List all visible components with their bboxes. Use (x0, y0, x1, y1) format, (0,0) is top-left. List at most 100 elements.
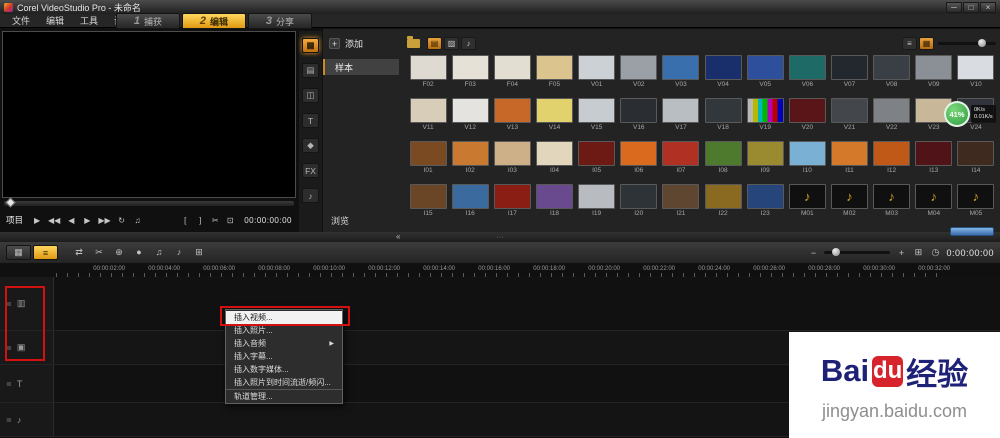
library-item-thumbnail[interactable] (578, 55, 615, 80)
library-category-icon[interactable]: ▦ (302, 38, 319, 53)
context-menu-item[interactable]: 插入音频 ▶ (226, 337, 342, 350)
library-item-thumbnail[interactable] (662, 55, 699, 80)
view-mode-button[interactable]: ▦ (919, 37, 934, 50)
library-item[interactable]: V12 (449, 98, 491, 141)
library-item-thumbnail[interactable] (789, 55, 826, 80)
timeline-view-button[interactable]: ≡ (33, 245, 58, 260)
library-item[interactable]: F04 (491, 55, 533, 98)
library-item[interactable]: I23 (744, 184, 786, 227)
thumbnail-size-slider[interactable] (938, 42, 996, 45)
library-category-icon[interactable]: ▤ (302, 63, 319, 78)
utility-button[interactable]: ✂ (210, 216, 220, 225)
zoom-slider-knob-icon[interactable] (832, 248, 840, 256)
library-item[interactable]: V06 (786, 55, 828, 98)
library-item[interactable]: V09 (913, 55, 955, 98)
library-item-thumbnail[interactable] (452, 55, 489, 80)
library-item-thumbnail[interactable] (410, 98, 447, 123)
library-item[interactable]: V04 (702, 55, 744, 98)
utility-button[interactable]: ] (195, 216, 205, 225)
library-item-thumbnail[interactable] (578, 98, 615, 123)
utility-button[interactable]: ⊡ (225, 216, 235, 225)
library-item-thumbnail[interactable] (957, 184, 994, 209)
library-item-thumbnail[interactable] (915, 184, 952, 209)
library-item-thumbnail[interactable] (747, 98, 784, 123)
library-item[interactable]: V02 (618, 55, 660, 98)
library-item[interactable]: I20 (618, 184, 660, 227)
library-item[interactable]: V07 (828, 55, 870, 98)
track-type-icon[interactable]: ▣ (17, 342, 26, 353)
track-type-icon[interactable]: T (17, 379, 23, 389)
context-menu-item[interactable]: 插入照片... ▶ (226, 324, 342, 337)
track-grip-icon[interactable]: ≣ (6, 300, 12, 308)
library-item-thumbnail[interactable] (578, 184, 615, 209)
library-item-thumbnail[interactable] (873, 184, 910, 209)
library-item[interactable]: I09 (744, 141, 786, 184)
view-mode-button[interactable]: ≡ (902, 37, 917, 50)
library-item-thumbnail[interactable] (662, 184, 699, 209)
timeline-tool-icon[interactable]: ● (133, 247, 145, 258)
track-lane[interactable] (54, 277, 1000, 330)
library-item[interactable]: M01 (786, 184, 828, 227)
browse-button[interactable]: 浏览 (331, 214, 349, 227)
library-item-thumbnail[interactable] (705, 55, 742, 80)
context-menu-item[interactable]: 轨道管理... ▶ (226, 389, 342, 402)
step-tab[interactable]: 1 捕获 (116, 13, 180, 29)
transport-button[interactable]: ◀ (66, 216, 76, 225)
panel-splitter[interactable]: « ··· (0, 232, 1000, 242)
library-item[interactable]: V13 (491, 98, 533, 141)
library-category-icon[interactable]: ◫ (302, 88, 319, 103)
library-item-thumbnail[interactable] (536, 55, 573, 80)
library-category-icon[interactable]: ◆ (302, 138, 319, 153)
scroll-left-icon[interactable]: « (396, 232, 400, 241)
library-item[interactable]: M05 (955, 184, 997, 227)
library-item[interactable]: I04 (533, 141, 575, 184)
library-item-thumbnail[interactable] (494, 55, 531, 80)
timeline-ruler[interactable]: 00:00:02:0000:00:04:0000:00:06:0000:00:0… (56, 266, 944, 277)
library-item-thumbnail[interactable] (831, 184, 868, 209)
library-item[interactable]: V14 (533, 98, 575, 141)
library-item[interactable]: V22 (871, 98, 913, 141)
zoom-out-icon[interactable]: − (807, 248, 819, 258)
library-item[interactable]: I02 (449, 141, 491, 184)
library-item[interactable]: I08 (702, 141, 744, 184)
library-category-icon[interactable]: ♪ (302, 188, 319, 203)
library-item-thumbnail[interactable] (494, 141, 531, 166)
library-item-thumbnail[interactable] (873, 98, 910, 123)
library-item[interactable]: M04 (913, 184, 955, 227)
library-item[interactable]: I17 (491, 184, 533, 227)
timeline-tool-icon[interactable]: ⊕ (113, 247, 125, 258)
library-item-thumbnail[interactable] (789, 141, 826, 166)
transport-button[interactable]: ♫ (133, 216, 143, 225)
library-item-thumbnail[interactable] (747, 184, 784, 209)
library-item[interactable]: I11 (828, 141, 870, 184)
library-item-thumbnail[interactable] (452, 184, 489, 209)
media-filter-button[interactable]: ♪ (461, 37, 476, 50)
track-type-icon[interactable]: ▥ (17, 298, 26, 309)
library-category-icon[interactable]: FX (302, 163, 319, 178)
library-item[interactable]: I10 (786, 141, 828, 184)
library-item-thumbnail[interactable] (662, 141, 699, 166)
timeline-tool-icon[interactable]: ✂ (93, 247, 105, 258)
library-item[interactable]: V01 (576, 55, 618, 98)
window-control-button[interactable]: ─ (946, 2, 962, 13)
library-item-thumbnail[interactable] (705, 98, 742, 123)
library-item-thumbnail[interactable] (747, 55, 784, 80)
library-item-thumbnail[interactable] (789, 98, 826, 123)
track-header[interactable]: ≣ ▣ (0, 331, 54, 364)
library-item[interactable]: V08 (871, 55, 913, 98)
track-grip-icon[interactable]: ≣ (6, 344, 12, 352)
timeline-zoom-slider[interactable] (824, 251, 890, 254)
library-item-thumbnail[interactable] (705, 141, 742, 166)
library-item[interactable]: I07 (660, 141, 702, 184)
menu-item[interactable]: 编辑 (38, 14, 72, 27)
library-item[interactable]: I01 (407, 141, 449, 184)
step-tab[interactable]: 2 编辑 (182, 13, 246, 29)
library-item-thumbnail[interactable] (705, 184, 742, 209)
speed-ball-widget[interactable]: 41% 0K/s 0.01K/s (944, 101, 996, 127)
library-item-thumbnail[interactable] (620, 184, 657, 209)
track-grip-icon[interactable]: ≣ (6, 380, 12, 388)
fit-project-icon[interactable]: ⊞ (912, 247, 924, 258)
library-folder-sample[interactable]: 样本 (323, 59, 399, 75)
library-item-thumbnail[interactable] (831, 98, 868, 123)
library-item-thumbnail[interactable] (536, 98, 573, 123)
